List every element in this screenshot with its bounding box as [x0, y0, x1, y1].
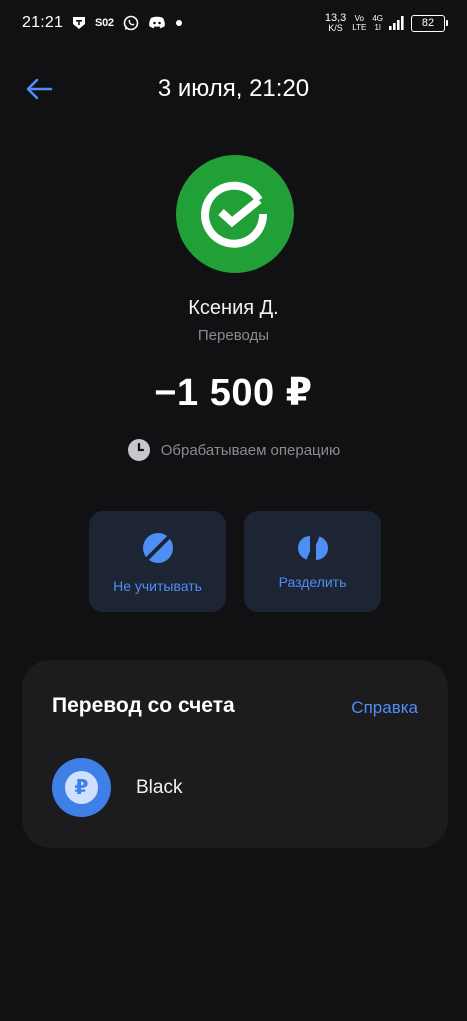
status-right: 13,3 K/S Vo LTE 4G 1l 82: [325, 13, 448, 33]
account-row[interactable]: ₽ Black: [52, 758, 182, 817]
back-button[interactable]: [22, 72, 56, 106]
operation-status: Обрабатываем операцию: [0, 438, 467, 462]
volte-indicator: Vo LTE: [352, 14, 366, 32]
action-buttons: Не учитывать Разделить: [89, 511, 381, 612]
exclude-button[interactable]: Не учитывать: [89, 511, 226, 612]
split-button[interactable]: Разделить: [244, 511, 381, 612]
split-button-label: Разделить: [278, 573, 347, 590]
ruble-account-icon: ₽: [52, 758, 111, 817]
header: 3 июля, 21:20: [0, 64, 467, 114]
notification-dot-icon: [175, 19, 183, 27]
net-speed: 13,3 K/S: [325, 13, 346, 33]
status-time: 21:21: [22, 14, 64, 31]
status-left: 21:21 S02: [22, 14, 183, 32]
page-title: 3 июля, 21:20: [157, 75, 310, 102]
operation-status-text: Обрабатываем операцию: [160, 441, 341, 459]
discord-icon: [148, 16, 166, 30]
clock-icon: [127, 439, 150, 461]
merchant-category: Переводы: [197, 327, 270, 344]
network-bottom: 1l: [374, 23, 381, 32]
carrier-tag: S02: [95, 17, 114, 29]
split-icon: [297, 534, 328, 561]
volte-top: Vo: [354, 14, 364, 23]
net-speed-unit: K/S: [328, 23, 343, 33]
battery-icon: 82: [411, 14, 448, 32]
shield-notification-icon: [72, 16, 86, 30]
battery-level: 82: [421, 17, 435, 29]
sber-logo-icon: [201, 181, 268, 248]
network-type: 4G 1l: [372, 14, 383, 32]
account-name: Black: [136, 776, 183, 798]
whatsapp-icon: [123, 15, 139, 31]
ruble-glyph: ₽: [65, 771, 98, 804]
eye-off-icon: [142, 532, 173, 563]
account-card-title: Перевод со счета: [52, 694, 235, 717]
exclude-button-label: Не учитывать: [113, 577, 202, 594]
arrow-left-icon: [26, 78, 53, 100]
transaction-amount: −1 500 ₽: [154, 372, 313, 414]
merchant-name: Ксения Д.: [188, 297, 279, 319]
signal-icon: [389, 16, 405, 30]
account-card: Перевод со счета Справка ₽ Black: [22, 660, 448, 848]
volte-bottom: LTE: [352, 23, 367, 32]
help-link[interactable]: Справка: [351, 698, 418, 718]
status-bar: 21:21 S02 13,3 K/S Vo LTE 4G 1l 82: [0, 0, 467, 46]
merchant-logo: [176, 155, 294, 273]
network-top: 4G: [372, 14, 383, 23]
